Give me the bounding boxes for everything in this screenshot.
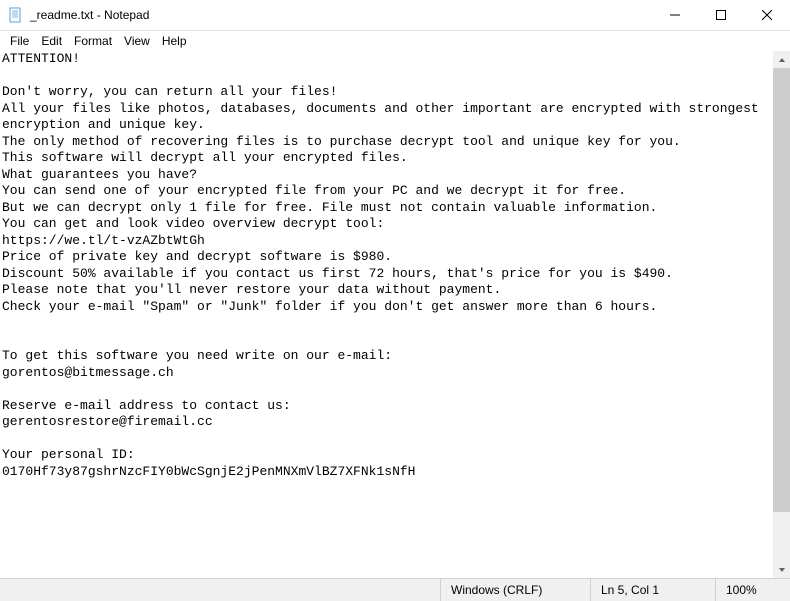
scroll-up-button[interactable] [773,51,790,68]
notepad-icon [8,7,24,23]
menu-file[interactable]: File [4,32,35,50]
menu-format[interactable]: Format [68,32,118,50]
scroll-down-button[interactable] [773,561,790,578]
statusbar: Windows (CRLF) Ln 5, Col 1 100% [0,578,790,601]
titlebar: _readme.txt - Notepad [0,0,790,31]
menu-edit[interactable]: Edit [35,32,68,50]
vertical-scrollbar[interactable] [773,51,790,578]
close-button[interactable] [744,0,790,30]
status-position: Ln 5, Col 1 [590,579,715,601]
maximize-button[interactable] [698,0,744,30]
document-text[interactable]: ATTENTION! Don't worry, you can return a… [0,51,790,480]
window-title: _readme.txt - Notepad [30,8,652,22]
status-zoom: 100% [715,579,790,601]
editor-area: ATTENTION! Don't worry, you can return a… [0,51,790,578]
scroll-track[interactable] [773,68,790,561]
menu-view[interactable]: View [118,32,156,50]
minimize-button[interactable] [652,0,698,30]
menu-help[interactable]: Help [156,32,193,50]
menubar: File Edit Format View Help [0,31,790,51]
status-encoding: Windows (CRLF) [440,579,590,601]
window-controls [652,0,790,30]
scroll-thumb[interactable] [773,68,790,512]
